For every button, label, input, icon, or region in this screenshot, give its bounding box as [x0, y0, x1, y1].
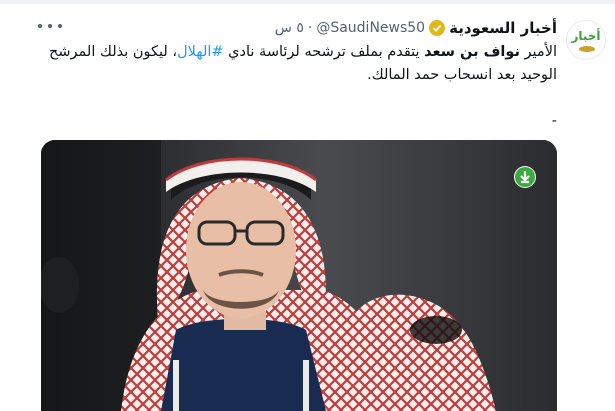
- account-handle[interactable]: @SaudiNews50: [316, 20, 425, 36]
- more-dot: [38, 24, 42, 28]
- tweet-text-bold: نواف بن سعد: [424, 44, 520, 60]
- tweet-timestamp[interactable]: ٥ س: [275, 20, 304, 36]
- avatar[interactable]: أخبار: [566, 20, 606, 60]
- tweet-text-part: الأمير: [519, 44, 557, 60]
- download-arrow-icon[interactable]: [514, 166, 536, 188]
- tweet-photo[interactable]: [41, 140, 557, 411]
- tweet-trailing-dash: -: [551, 113, 557, 129]
- more-dot: [48, 24, 52, 28]
- separator-dot: ·: [307, 20, 313, 36]
- tweet-text-part: يتقدم بملف ترشحه لرئاسة نادي: [223, 44, 425, 60]
- avatar-logo-mark: [579, 46, 595, 52]
- account-name[interactable]: أخبار السعودية: [449, 19, 557, 37]
- tweet-card[interactable]: أخبار أخبار السعودية @SaudiNews50 · ٥ س …: [0, 0, 615, 411]
- avatar-logo-text: أخبار: [571, 29, 601, 43]
- more-options-icon[interactable]: [38, 19, 62, 33]
- verified-badge-icon[interactable]: [429, 20, 446, 36]
- more-dot: [58, 24, 62, 28]
- top-divider: [0, 0, 615, 4]
- hashtag-link[interactable]: #الهلال: [177, 44, 223, 60]
- tweet-text: الأمير نواف بن سعد يتقدم بملف ترشحه لرئا…: [37, 41, 557, 133]
- tweet-header: أخبار السعودية @SaudiNews50 · ٥ س: [275, 17, 557, 39]
- photo-illustration: [41, 140, 557, 411]
